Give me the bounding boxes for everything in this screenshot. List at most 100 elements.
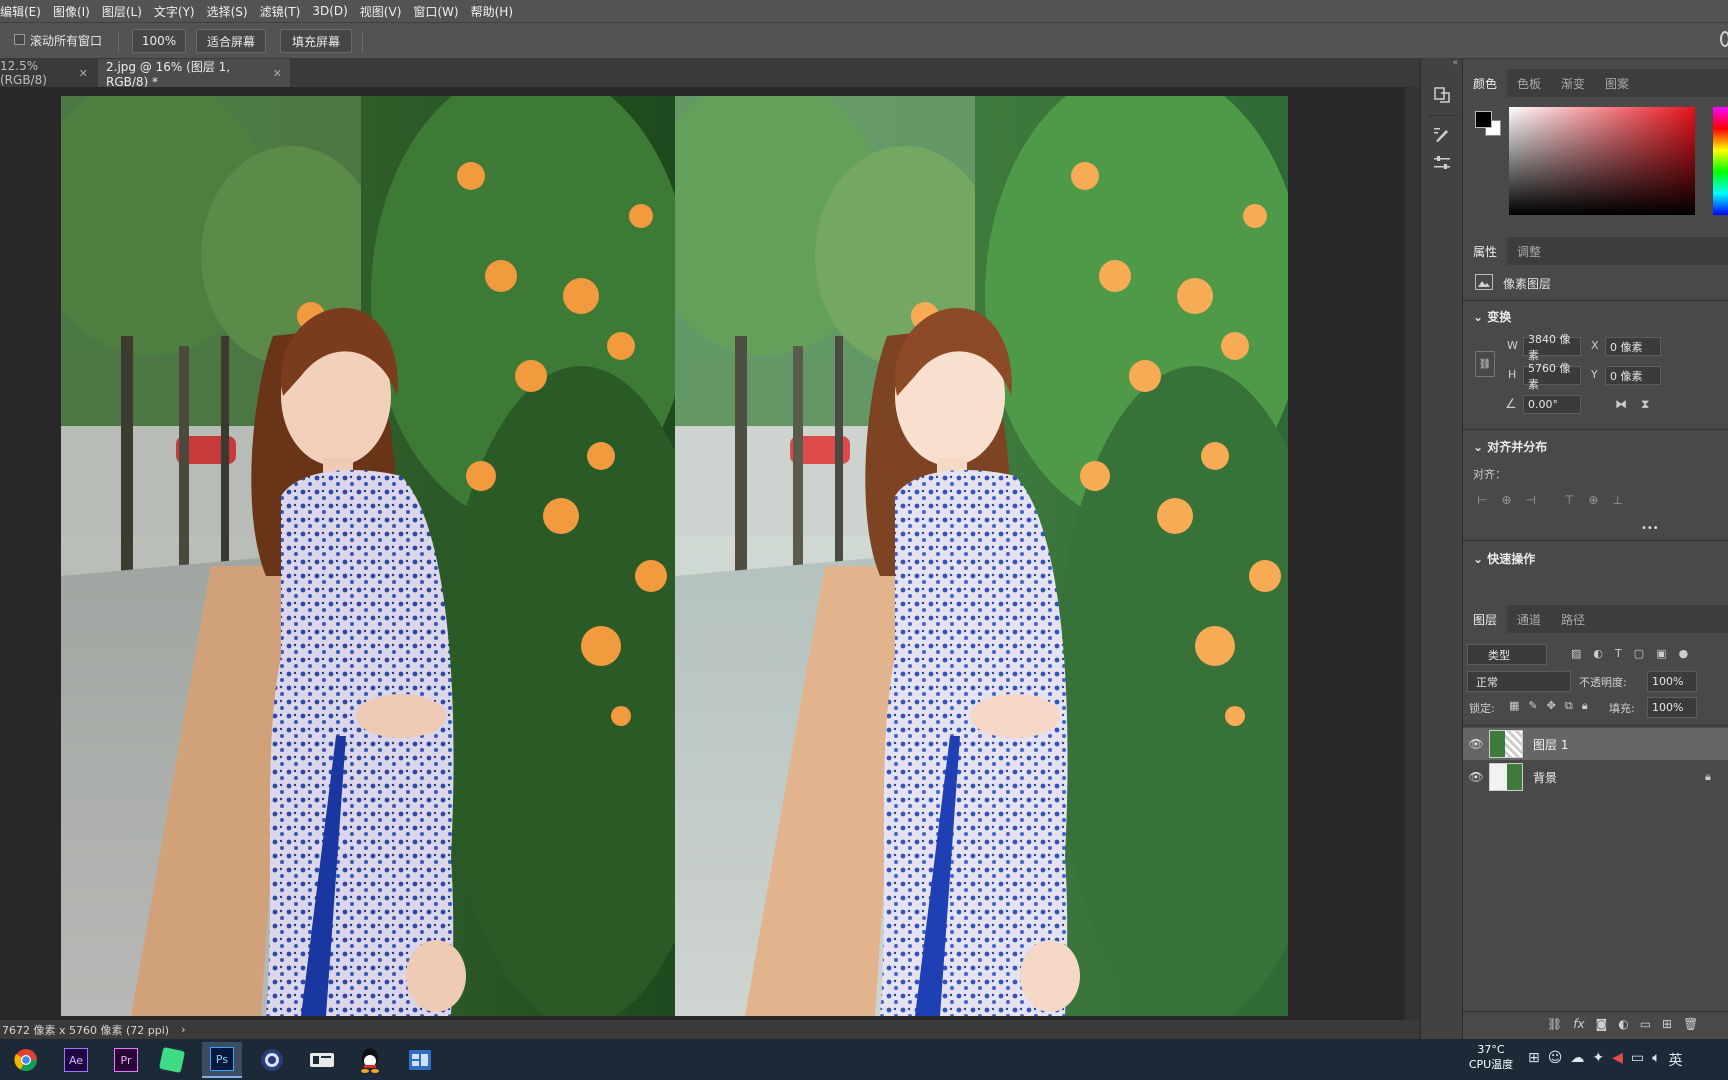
menu-window[interactable]: 窗口(W) xyxy=(407,3,464,20)
lock-all-icon[interactable]: 🔒︎ xyxy=(1582,699,1588,713)
adjustments-icon[interactable] xyxy=(1426,149,1458,177)
width-field[interactable]: 3840 像素 xyxy=(1523,333,1581,362)
tray-qq-icon[interactable]: ☺ xyxy=(1548,1050,1563,1070)
menu-filter[interactable]: 滤镜(T) xyxy=(254,3,307,20)
collapse-icon[interactable]: « xyxy=(1421,59,1462,68)
flip-horizontal-icon[interactable]: ⧓ xyxy=(1615,397,1627,411)
layer-name[interactable]: 图层 1 xyxy=(1533,736,1568,753)
visibility-eye-icon[interactable]: 👁︎ xyxy=(1463,770,1489,784)
color-picker-field[interactable] xyxy=(1509,107,1695,215)
menu-layer[interactable]: 图层(L) xyxy=(96,3,148,20)
align-center-v-icon[interactable]: ⊕ xyxy=(1588,493,1598,507)
add-mask-icon[interactable]: ◙ xyxy=(1596,1017,1608,1031)
volume-icon[interactable]: 🔈︎ xyxy=(1652,1050,1660,1070)
smart-object-filter-icon[interactable]: ▣ xyxy=(1656,647,1666,660)
search-icon[interactable] xyxy=(1720,31,1728,47)
network-icon[interactable]: ▭ xyxy=(1631,1050,1644,1070)
delete-layer-icon[interactable]: 🗑︎ xyxy=(1683,1017,1698,1031)
tray-speaker-app-icon[interactable]: ◀ xyxy=(1612,1050,1623,1070)
tab-swatches[interactable]: 色板 xyxy=(1507,69,1551,97)
qq-icon[interactable] xyxy=(350,1042,390,1078)
new-layer-icon[interactable]: ⊞ xyxy=(1662,1017,1672,1031)
new-group-icon[interactable]: ▭ xyxy=(1640,1017,1651,1031)
tray-tool-icon[interactable]: ✦ xyxy=(1592,1050,1604,1070)
angle-field[interactable]: 0.00° xyxy=(1523,395,1581,414)
hue-slider[interactable] xyxy=(1713,107,1728,215)
fill-screen-button[interactable]: 填充屏幕 xyxy=(280,29,352,53)
tray-app-icon[interactable]: ⊞ xyxy=(1528,1050,1540,1070)
lock-position-icon[interactable]: ✥ xyxy=(1547,699,1556,713)
canvas-image-original[interactable] xyxy=(61,96,675,1016)
menu-help[interactable]: 帮助(H) xyxy=(465,3,519,20)
menu-type[interactable]: 文字(Y) xyxy=(148,3,201,20)
scroll-all-checkbox[interactable] xyxy=(14,34,25,45)
type-filter-icon[interactable]: T xyxy=(1615,647,1622,660)
visibility-eye-icon[interactable]: 👁︎ xyxy=(1463,737,1489,751)
tab-document-2[interactable]: 2.jpg @ 16% (图层 1, RGB/8) * ✕ xyxy=(98,59,290,89)
align-bottom-icon[interactable]: ⊥ xyxy=(1612,493,1622,507)
close-icon[interactable]: ✕ xyxy=(79,67,88,80)
tab-color[interactable]: 颜色 xyxy=(1463,69,1508,97)
adjustment-layer-icon[interactable]: ◐ xyxy=(1618,1017,1628,1031)
blend-mode-select[interactable]: 正常 xyxy=(1467,671,1571,692)
opacity-field[interactable]: 100% xyxy=(1647,671,1697,692)
tab-gradients[interactable]: 渐变 xyxy=(1551,69,1595,97)
tab-adjustments[interactable]: 调整 xyxy=(1507,237,1551,265)
history-icon[interactable] xyxy=(1426,81,1458,109)
layer-name[interactable]: 背景 xyxy=(1533,769,1557,786)
canvas-image-edited[interactable] xyxy=(675,96,1288,1016)
layer-row[interactable]: 👁︎ 图层 1 xyxy=(1463,728,1728,760)
status-menu-arrow[interactable]: › xyxy=(181,1023,185,1036)
premiere-icon[interactable]: Pr xyxy=(106,1042,146,1078)
photoshop-icon[interactable]: Ps xyxy=(202,1042,242,1078)
ime-indicator[interactable]: 英 xyxy=(1669,1050,1683,1070)
fx-icon[interactable]: fx xyxy=(1573,1017,1584,1031)
align-heading[interactable]: ⌄ 对齐并分布 xyxy=(1473,438,1547,455)
align-right-icon[interactable]: ⊣ xyxy=(1526,493,1536,507)
vertical-scrollbar[interactable] xyxy=(1404,87,1420,1020)
menu-view[interactable]: 视图(V) xyxy=(354,3,408,20)
fit-screen-button[interactable]: 适合屏幕 xyxy=(196,29,266,53)
link-icon[interactable]: ⛓ xyxy=(1475,351,1495,377)
lock-transparency-icon[interactable]: ▦ xyxy=(1509,699,1519,713)
lock-pixels-icon[interactable]: ✎ xyxy=(1528,699,1537,713)
flip-vertical-icon[interactable]: ⧗ xyxy=(1641,397,1649,412)
zoom-100-button[interactable]: 100% xyxy=(132,29,186,53)
foreground-color-swatch[interactable] xyxy=(1475,111,1492,128)
menu-edit[interactable]: 编辑(E) xyxy=(0,3,47,20)
height-field[interactable]: 5760 像素 xyxy=(1523,362,1581,391)
menu-image[interactable]: 图像(I) xyxy=(47,3,96,20)
align-left-icon[interactable]: ⊢ xyxy=(1477,493,1487,507)
brush-settings-icon[interactable] xyxy=(1426,121,1458,149)
lock-artboard-icon[interactable]: ⧉ xyxy=(1565,699,1573,713)
filter-toggle-icon[interactable]: ● xyxy=(1679,647,1689,660)
tab-paths[interactable]: 路径 xyxy=(1551,605,1595,633)
tab-document-1[interactable]: 12.5%(RGB/8) ✕ xyxy=(0,59,96,87)
align-center-h-icon[interactable]: ⊕ xyxy=(1501,493,1511,507)
cinema4d-icon[interactable] xyxy=(252,1042,292,1078)
shape-filter-icon[interactable]: ▢ xyxy=(1634,647,1644,660)
video-app-icon[interactable] xyxy=(302,1042,342,1078)
after-effects-icon[interactable]: Ae xyxy=(56,1042,96,1078)
x-field[interactable]: 0 像素 xyxy=(1605,337,1661,356)
tab-patterns[interactable]: 图案 xyxy=(1595,69,1639,97)
layer-filter-select[interactable]: 类型 xyxy=(1467,644,1547,665)
tab-layers[interactable]: 图层 xyxy=(1463,605,1508,633)
menu-3d[interactable]: 3D(D) xyxy=(306,4,353,18)
more-options-icon[interactable]: ••• xyxy=(1641,523,1659,534)
fill-field[interactable]: 100% xyxy=(1647,697,1697,718)
layer-row[interactable]: 👁︎ 背景 🔒︎ xyxy=(1463,761,1728,793)
chrome-icon[interactable] xyxy=(6,1042,46,1078)
quick-actions-heading[interactable]: ⌄ 快速操作 xyxy=(1473,550,1535,567)
y-field[interactable]: 0 像素 xyxy=(1605,366,1661,385)
image-filter-icon[interactable]: ▨ xyxy=(1571,647,1581,660)
android-studio-icon[interactable] xyxy=(152,1042,192,1078)
tab-properties[interactable]: 属性 xyxy=(1463,237,1508,265)
app-window-icon[interactable] xyxy=(400,1042,440,1078)
tray-cloud-icon[interactable]: ☁ xyxy=(1570,1050,1584,1070)
adjustment-filter-icon[interactable]: ◐ xyxy=(1593,647,1603,660)
transform-heading[interactable]: ⌄ 变换 xyxy=(1473,308,1511,325)
cpu-temperature[interactable]: 37°C CPU温度 xyxy=(1462,1042,1520,1072)
link-layers-icon[interactable]: ⛓ xyxy=(1547,1017,1562,1031)
tab-channels[interactable]: 通道 xyxy=(1507,605,1551,633)
